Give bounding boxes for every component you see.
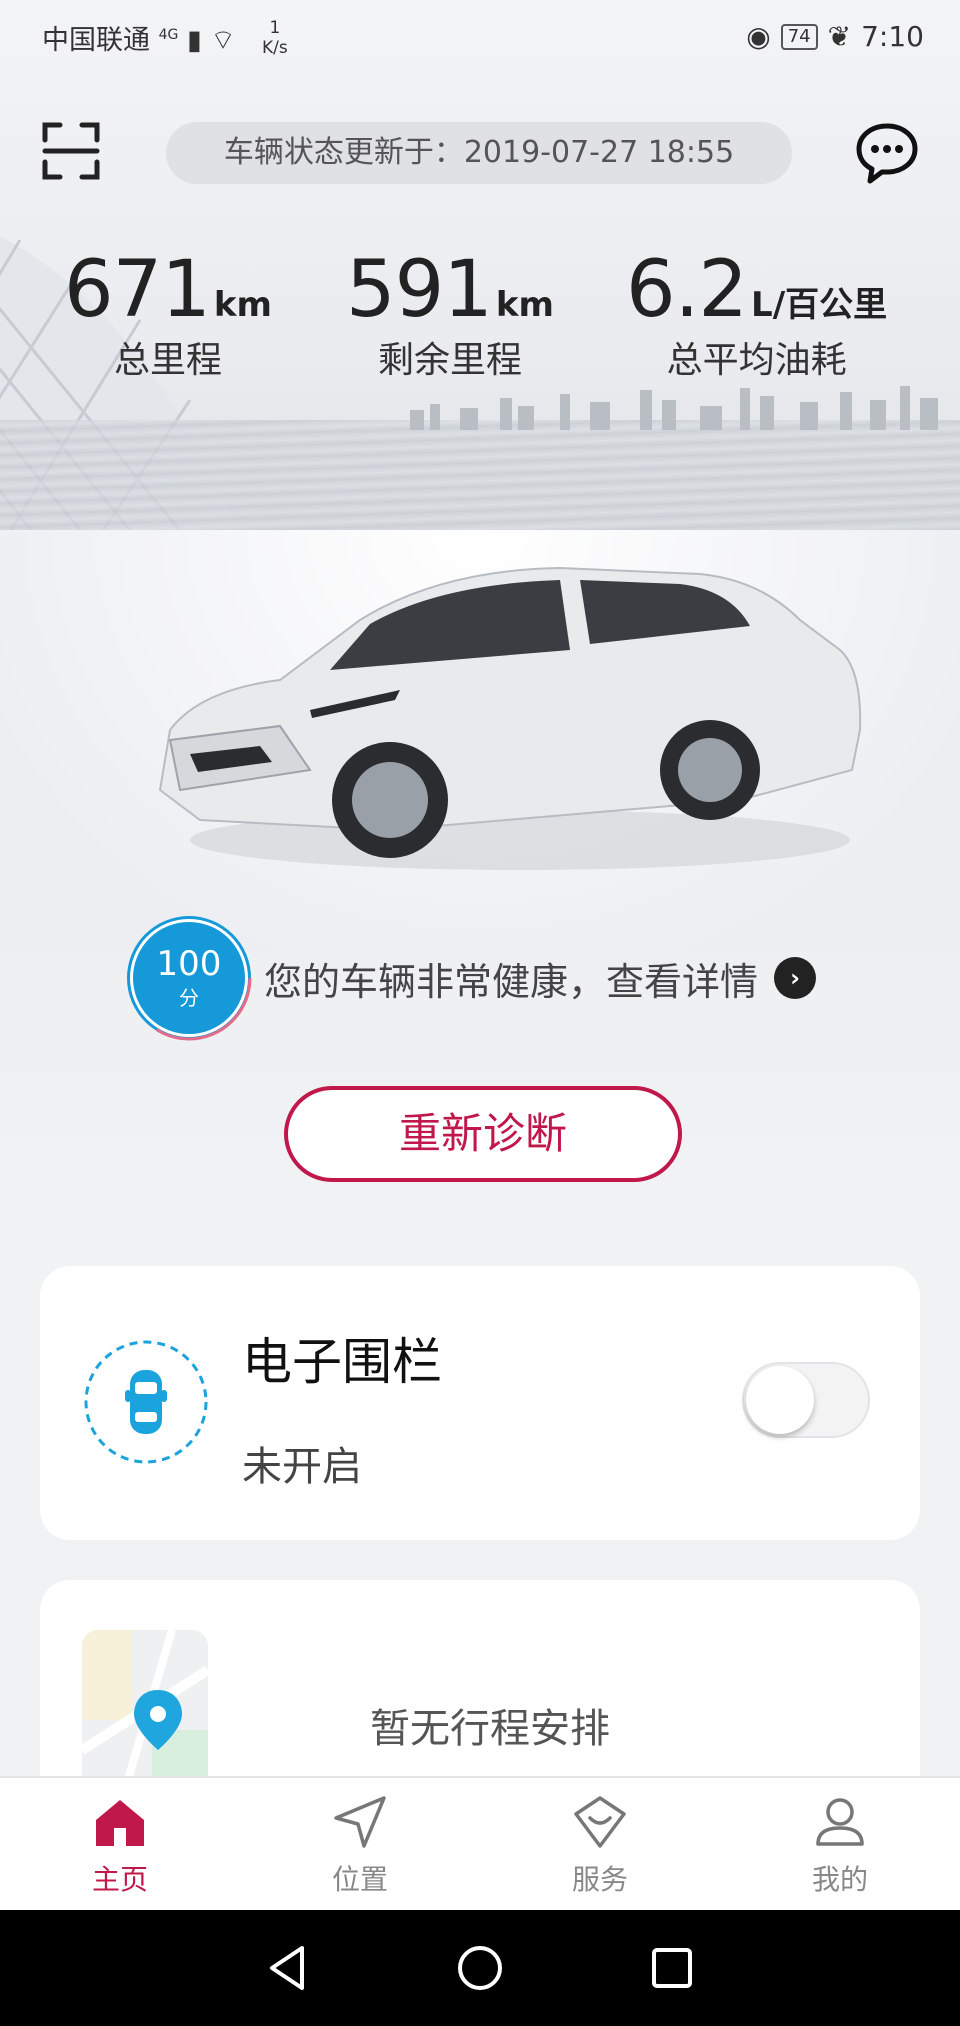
stat-unit: km [213,285,272,325]
location-arrow-icon [334,1796,386,1848]
stat-label: 总里程 [113,340,222,381]
chevron-right-icon: › [774,957,817,999]
status-right: ◉ 74 ❦ 7:10 [746,20,924,53]
stat-label: 剩余里程 [377,340,522,381]
geofence-toggle[interactable] [742,1362,870,1438]
tab-label: 主页 [91,1863,148,1896]
score-ring-icon [126,915,252,1041]
stat-value: 6.2 [626,245,748,335]
signal-icon: ▮ [186,25,202,56]
update-status-pill: 车辆状态更新于：2019-07-27 18:55 [166,122,792,184]
clock: 7:10 [861,20,924,53]
tab-label: 我的 [811,1863,868,1896]
battery-indicator: 74 [780,23,818,50]
recents-square-icon[interactable] [646,1942,698,1994]
tab-label: 位置 [331,1863,388,1896]
chat-bubble-icon [856,123,918,184]
tab-profile[interactable]: 我的 [720,1778,960,1912]
stat-unit: km [495,285,554,325]
system-nav-bar [0,1910,960,2026]
wifi-icon: ⌔ [210,25,236,56]
toggle-knob [746,1366,814,1434]
stat-total-mileage: 671 km 总里程 [64,245,272,383]
carrier-name: 中国联通 [42,25,150,56]
bottom-tab-bar: 主页 位置 服务 我的 [0,1776,960,1912]
geofence-status: 未开启 [242,1444,362,1490]
scan-icon [42,122,100,180]
car-image [158,566,862,870]
tab-label: 服务 [571,1863,628,1896]
tab-location[interactable]: 位置 [240,1778,480,1912]
geofence-title: 电子围栏 [242,1333,442,1391]
home-icon [96,1800,144,1846]
tab-home[interactable]: 主页 [0,1778,240,1912]
stat-value: 671 [64,245,211,335]
vehicle-health-row[interactable]: 100 分 您的车辆非常健康，查看详情 › [126,915,817,1041]
stat-avg-fuel: 6.2 L/百公里 总平均油耗 [626,245,887,383]
rediagnose-button[interactable]: 重新诊断 [284,1086,682,1182]
no-trip-text: 暂无行程安排 [370,1706,610,1752]
trip-card[interactable]: 暂无行程安排 [40,1580,920,1800]
profile-icon [816,1798,864,1846]
eye-comfort-icon: ◉ [746,20,771,53]
status-bar: 中国联通 4G ▮ ⌔ 1 K/s ◉ 74 ❦ 7:10 [0,0,960,80]
skyline-graphic [410,386,938,430]
car-geofence-icon [84,1340,208,1464]
tab-service[interactable]: 服务 [480,1778,720,1912]
service-icon [574,1796,626,1848]
stat-unit: L/百公里 [751,285,888,325]
network-type: 4G [158,27,179,43]
net-speed: 1 K/s [262,18,288,58]
carrier-label: 中国联通 4G ▮ ⌔ [42,18,236,57]
health-summary-link[interactable]: 您的车辆非常健康，查看详情 [264,951,758,1006]
geofence-card[interactable]: 电子围栏 未开启 [40,1266,920,1540]
stat-remaining-range: 591 km 剩余里程 [346,245,554,383]
stat-value: 591 [346,245,493,335]
stat-label: 总平均油耗 [666,340,847,381]
scan-button[interactable] [42,122,100,180]
net-speed-unit: K/s [262,38,288,58]
net-speed-value: 1 [269,18,281,38]
back-triangle-icon[interactable] [262,1942,314,1994]
home-circle-icon[interactable] [454,1942,506,1994]
health-score-badge: 100 分 [126,915,252,1041]
leaf-icon: ❦ [827,20,852,53]
message-button[interactable] [854,120,920,186]
